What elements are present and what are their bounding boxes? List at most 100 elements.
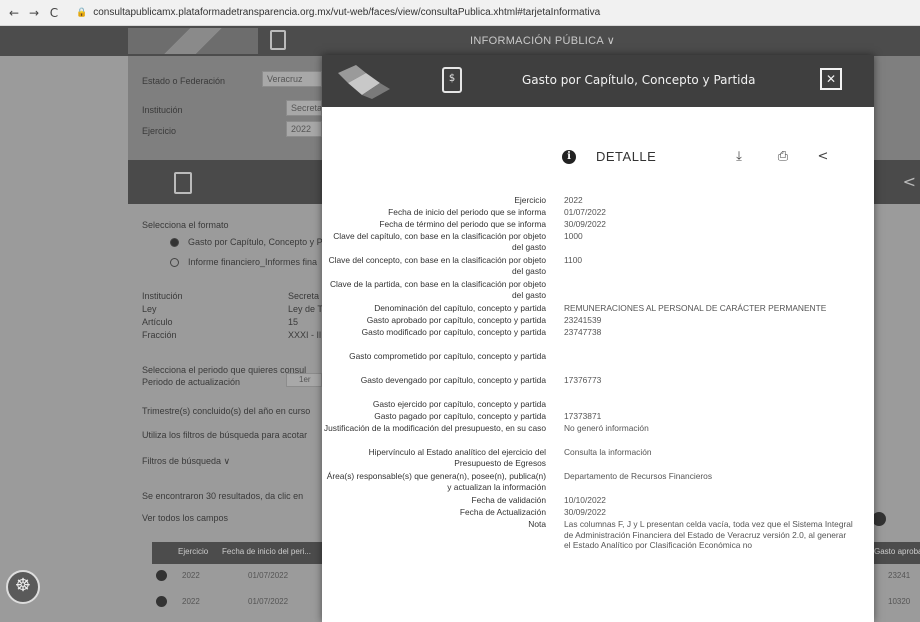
- select-format-label: Selecciona el formato: [142, 220, 229, 230]
- detail-label-fraccion: Fracción: [142, 330, 177, 340]
- detail-row: Hipervínculo al Estado analítico del eje…: [322, 446, 874, 470]
- filter-select-institucion[interactable]: Secreta: [286, 100, 322, 116]
- cell-ejercicio: 2022: [182, 597, 200, 606]
- detail-row: Justificación de la modificación del pre…: [322, 422, 874, 446]
- detail-field-label: Justificación de la modificación del pre…: [323, 423, 546, 433]
- results-count-text: Se encontraron 30 resultados, da clic en: [142, 491, 304, 501]
- detail-field-label: Gasto pagado por capítulo, concepto y pa…: [374, 411, 546, 421]
- detail-row: Área(s) responsable(s) que genera(n), po…: [322, 470, 874, 494]
- column-header-gasto[interactable]: Gasto aproba: [874, 547, 920, 556]
- cell-fecha: 01/07/2022: [248, 597, 289, 606]
- forward-button[interactable]: →: [26, 6, 42, 20]
- update-period-checkbox[interactable]: 1er: [286, 373, 322, 387]
- detail-modal: $ Gasto por Capítulo, Concepto y Partida…: [322, 55, 874, 622]
- detail-field-value: 23241539: [564, 315, 602, 325]
- detail-row: Gasto devengado por capítulo, concepto y…: [322, 374, 874, 398]
- share-icon[interactable]: <: [903, 172, 916, 191]
- reload-button[interactable]: C: [46, 6, 62, 20]
- detail-row: Gasto pagado por capítulo, concepto y pa…: [322, 410, 874, 422]
- cell-gasto: 10320: [888, 597, 911, 606]
- detail-row: Ejercicio 2022: [322, 194, 874, 206]
- filter-label-estado: Estado o Federación: [142, 76, 226, 86]
- document-icon: [174, 172, 192, 194]
- detail-field-value: 30/09/2022: [564, 507, 606, 517]
- format-option-gasto[interactable]: Gasto por Capítulo, Concepto y P: [188, 237, 323, 247]
- search-filters-toggle[interactable]: Filtros de búsqueda ∨: [142, 456, 230, 467]
- format-radio-informe[interactable]: [170, 258, 179, 267]
- detail-field-value: 30/09/2022: [564, 219, 606, 229]
- detail-field-label: Área(s) responsable(s) que genera(n), po…: [326, 471, 546, 492]
- close-button[interactable]: ✕: [820, 68, 842, 90]
- detail-row: Fecha de inicio del periodo que se infor…: [322, 206, 874, 218]
- detail-label-ley: Ley: [142, 304, 157, 314]
- detail-field-label: Nota: [528, 519, 546, 529]
- detail-field-label: Gasto modificado por capítulo, concepto …: [361, 327, 546, 337]
- detail-field-value: Departamento de Recursos Financieros: [564, 471, 713, 481]
- detail-field-label: Gasto ejercido por capítulo, concepto y …: [372, 399, 546, 409]
- detail-field-label: Fecha de inicio del periodo que se infor…: [388, 207, 546, 217]
- detail-field-value: [564, 350, 854, 351]
- detail-field-value: 1100: [564, 255, 583, 265]
- info-icon: i: [562, 150, 576, 164]
- detail-field-value[interactable]: Consulta la información: [564, 446, 854, 458]
- detail-value-ley: Ley de T: [288, 304, 323, 314]
- browser-toolbar: ← → C 🔒 consultapublicamx.plataformadetr…: [0, 0, 920, 26]
- site-header: INFORMACIÓN PÚBLICA ∨: [0, 26, 920, 56]
- column-header-ejercicio[interactable]: Ejercicio: [178, 547, 208, 556]
- detail-field-value: 10/10/2022: [564, 495, 606, 505]
- filter-select-ejercicio[interactable]: 2022: [286, 121, 322, 137]
- info-icon[interactable]: [156, 570, 167, 581]
- filter-select-estado[interactable]: Veracruz: [262, 71, 322, 87]
- detail-value-institucion: Secreta: [288, 291, 320, 301]
- document-icon: [270, 30, 286, 50]
- scroll-handle[interactable]: [872, 512, 886, 526]
- detail-row: Gasto modificado por capítulo, concepto …: [322, 326, 874, 350]
- detail-field-label: Clave del capítulo, con base en la clasi…: [333, 231, 546, 252]
- detail-field-label: Fecha de Actualización: [459, 507, 546, 517]
- detail-row: Nota Las columnas F, J y L presentan celd…: [322, 518, 874, 554]
- cell-fecha: 01/07/2022: [248, 571, 289, 580]
- detail-field-value: 01/07/2022: [564, 207, 606, 217]
- detail-label-institucion: Institución: [142, 291, 183, 301]
- use-filters-text: Utiliza los filtros de búsqueda para aco…: [142, 430, 308, 440]
- info-icon[interactable]: [156, 596, 167, 607]
- detail-heading: DETALLE: [596, 149, 657, 164]
- address-bar[interactable]: consultapublicamx.plataformadetransparen…: [93, 7, 600, 18]
- detail-row: Fecha de término del periodo que se info…: [322, 218, 874, 230]
- help-button[interactable]: ☸: [6, 570, 40, 604]
- detail-value-articulo: 15: [288, 317, 299, 327]
- detail-label-articulo: Artículo: [142, 317, 173, 327]
- back-button[interactable]: ←: [6, 6, 22, 20]
- detail-field-label: Fecha de término del periodo que se info…: [379, 219, 546, 229]
- detail-field-value: No generó información: [564, 423, 649, 433]
- detail-field-value: REMUNERACIONES AL PERSONAL DE CARÁCTER P…: [564, 303, 827, 313]
- detail-row: Clave del capítulo, con base en la clasi…: [322, 230, 874, 254]
- detail-field-value: Las columnas F, J y L presentan celda va…: [564, 519, 853, 550]
- filter-label-ejercicio: Ejercicio: [142, 126, 177, 136]
- detail-field-label: Clave de la partida, con base en la clas…: [329, 279, 546, 300]
- column-header-fecha[interactable]: Fecha de inicio del peri...: [222, 547, 311, 556]
- share-icon[interactable]: <: [814, 147, 832, 167]
- detail-row: Fecha de validación 10/10/2022: [322, 494, 874, 506]
- pnt-logo-icon: [338, 65, 390, 99]
- detail-row: Denominación del capítulo, concepto y pa…: [322, 302, 874, 314]
- view-all-fields-link[interactable]: Ver todos los campos: [142, 513, 228, 523]
- detail-field-label: Hipervínculo al Estado analítico del eje…: [368, 447, 546, 468]
- modal-header: $ Gasto por Capítulo, Concepto y Partida…: [322, 55, 874, 107]
- detail-field-label: Clave del concepto, con base en la clasi…: [328, 255, 546, 276]
- download-icon[interactable]: ⤓: [730, 147, 748, 167]
- detail-field-value: 17373871: [564, 411, 602, 421]
- detail-field-value: 23747738: [564, 327, 602, 337]
- modal-title: Gasto por Capítulo, Concepto y Partida: [522, 73, 756, 87]
- detail-row: Gasto aprobado por capítulo, concepto y …: [322, 314, 874, 326]
- detail-value-fraccion: XXXI - Il: [288, 330, 322, 340]
- cell-ejercicio: 2022: [182, 571, 200, 580]
- trimester-text: Trimestre(s) concluido(s) del año en cur…: [142, 406, 311, 416]
- detail-toolbar: i DETALLE ⤓ ⎙ <: [556, 147, 846, 169]
- print-icon[interactable]: ⎙: [774, 147, 792, 167]
- format-option-informe[interactable]: Informe financiero_Informes fina: [188, 257, 317, 267]
- format-radio-gasto[interactable]: [170, 238, 179, 247]
- site-logo: [128, 28, 258, 54]
- detail-field-label: Gasto comprometido por capítulo, concept…: [349, 351, 546, 361]
- menu-informacion-publica[interactable]: INFORMACIÓN PÚBLICA ∨: [470, 34, 615, 47]
